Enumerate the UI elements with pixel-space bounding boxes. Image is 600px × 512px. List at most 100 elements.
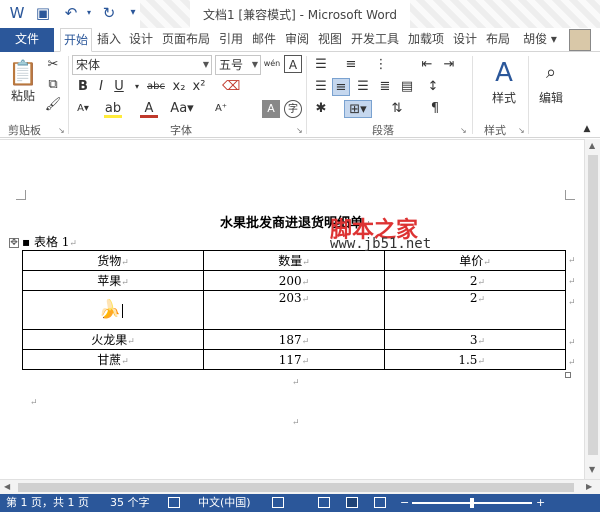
table-cell[interactable]: 3↵ — [384, 329, 566, 350]
redo-icon[interactable]: ↻ — [100, 4, 118, 22]
table-cell[interactable]: 火龙果↵ — [22, 329, 204, 350]
scroll-thumb[interactable] — [18, 483, 574, 492]
tab-table-design[interactable]: 设计 — [450, 28, 480, 52]
tab-home[interactable]: 开始 — [60, 28, 92, 52]
print-layout-icon[interactable] — [346, 497, 358, 508]
char-border-icon[interactable]: A — [284, 55, 302, 73]
cut-icon[interactable]: ✂ — [44, 56, 62, 74]
macro-record-icon[interactable] — [272, 497, 284, 508]
highlight-icon[interactable]: ab — [104, 100, 122, 118]
vertical-scrollbar[interactable]: ▲ ▼ — [584, 139, 600, 479]
tab-review[interactable]: 审阅 — [282, 28, 312, 52]
paste-button[interactable]: 📋 粘贴 — [6, 58, 40, 114]
strikethrough-icon[interactable]: abc — [144, 78, 168, 96]
bold-icon[interactable]: B — [74, 78, 92, 96]
table-cell[interactable]: 数量↵ — [203, 250, 385, 271]
align-left-icon[interactable]: ☰ — [312, 78, 330, 96]
table-move-handle-icon[interactable]: ✥ — [9, 238, 19, 248]
zoom-in-icon[interactable]: + — [536, 494, 545, 512]
align-center-icon[interactable]: ≡ — [332, 78, 350, 96]
multilevel-list-icon[interactable]: ⋮ — [372, 56, 390, 74]
avatar[interactable] — [569, 29, 591, 51]
tab-developer[interactable]: 开发工具 — [348, 28, 402, 52]
tab-references[interactable]: 引用 — [216, 28, 246, 52]
zoom-slider-thumb[interactable] — [470, 498, 474, 508]
undo-icon[interactable]: ↶ — [62, 4, 80, 22]
user-name[interactable]: 胡俊 ▾ — [520, 28, 560, 52]
superscript-icon[interactable]: x² — [190, 78, 208, 96]
tab-insert[interactable]: 插入 — [94, 28, 124, 52]
scroll-right-icon[interactable]: ▶ — [586, 482, 592, 491]
bullets-icon[interactable]: ☰ — [312, 56, 330, 74]
char-shading-icon[interactable]: A — [262, 100, 280, 118]
banana-icon[interactable]: 🍌 — [99, 299, 121, 320]
enclose-chars-icon[interactable]: 字 — [284, 100, 302, 118]
font-size-select[interactable]: 五号 ▼ — [215, 55, 261, 75]
table-cell[interactable]: 1.5↵ — [384, 349, 566, 370]
styles-launcher-icon[interactable]: ↘ — [518, 126, 525, 135]
increase-indent-icon[interactable]: ⇥ — [440, 56, 458, 74]
justify-icon[interactable]: ≣ — [376, 78, 394, 96]
undo-dropdown-icon[interactable]: ▾ — [80, 4, 98, 22]
read-mode-icon[interactable] — [318, 497, 330, 508]
clear-formatting-icon[interactable]: ⌫ — [222, 78, 240, 96]
format-painter-icon[interactable]: 🖌 — [44, 96, 62, 114]
word-count[interactable]: 35 个字 — [110, 494, 150, 512]
subscript-icon[interactable]: x₂ — [170, 78, 188, 96]
font-color-icon[interactable]: A — [140, 100, 158, 118]
table-cell[interactable]: 117↵ — [203, 349, 385, 370]
tab-mailings[interactable]: 邮件 — [249, 28, 279, 52]
numbering-icon[interactable]: ≡ — [342, 56, 360, 74]
scroll-down-icon[interactable]: ▼ — [589, 465, 595, 474]
table-cell[interactable]: 187↵ — [203, 329, 385, 350]
font-launcher-icon[interactable]: ↘ — [296, 126, 303, 135]
borders-icon[interactable]: ⊞▾ — [344, 100, 372, 118]
tab-file[interactable]: 文件 — [0, 28, 54, 52]
styles-button[interactable]: A 样式 — [484, 56, 524, 112]
scroll-thumb[interactable] — [588, 155, 598, 455]
line-spacing-icon[interactable]: ↕ — [424, 78, 442, 96]
table-caption[interactable]: ▪ 表格 1↵ — [22, 233, 77, 250]
chinese-layout-icon[interactable]: ✱ — [312, 100, 330, 118]
tab-page-layout[interactable]: 页面布局 — [159, 28, 213, 52]
data-table[interactable]: 货物↵ 数量↵ 单价↵ 苹果↵ 200↵ 2↵ 🍌 203↵ 2↵ 火龙果↵ 1… — [22, 250, 566, 370]
table-cell[interactable]: 2↵ — [384, 290, 566, 330]
table-cell[interactable]: 苹果↵ — [22, 270, 204, 291]
table-resize-handle-icon[interactable] — [565, 372, 571, 378]
paragraph-launcher-icon[interactable]: ↘ — [460, 126, 467, 135]
tab-view[interactable]: 视图 — [315, 28, 345, 52]
distributed-icon[interactable]: ▤ — [398, 78, 416, 96]
zoom-out-icon[interactable]: − — [400, 494, 409, 512]
tab-addins[interactable]: 加载项 — [405, 28, 447, 52]
decrease-indent-icon[interactable]: ⇤ — [418, 56, 436, 74]
show-marks-icon[interactable]: ¶ — [426, 100, 444, 118]
phonetic-guide-icon[interactable]: wén — [263, 55, 281, 73]
italic-icon[interactable]: I — [92, 78, 110, 96]
collapse-ribbon-icon[interactable]: ▲ — [578, 120, 596, 138]
table-cell[interactable]: 🍌 — [22, 290, 204, 330]
change-case-icon[interactable]: Aa▾ — [170, 100, 194, 118]
scroll-up-icon[interactable]: ▲ — [589, 141, 595, 150]
scroll-left-icon[interactable]: ◀ — [4, 482, 10, 491]
horizontal-scrollbar[interactable]: ◀ ▶ — [0, 479, 600, 494]
clipboard-launcher-icon[interactable]: ↘ — [58, 126, 65, 135]
tab-design[interactable]: 设计 — [126, 28, 156, 52]
proofing-icon[interactable] — [168, 497, 180, 508]
page-count[interactable]: 第 1 页，共 1 页 — [6, 494, 89, 512]
save-icon[interactable]: ▣ — [34, 4, 52, 22]
editing-button[interactable]: ⌕ 编辑 — [534, 56, 568, 112]
text-effects-icon[interactable]: A▾ — [74, 100, 92, 118]
tab-table-layout[interactable]: 布局 — [483, 28, 513, 52]
sort-icon[interactable]: ⇅ — [388, 100, 406, 118]
underline-icon[interactable]: U — [110, 78, 128, 96]
table-cell[interactable]: 2↵ — [384, 270, 566, 291]
table-cell[interactable]: 单价↵ — [384, 250, 566, 271]
align-right-icon[interactable]: ☰ — [354, 78, 372, 96]
font-name-select[interactable]: 宋体 ▼ — [72, 55, 212, 75]
web-layout-icon[interactable] — [374, 497, 386, 508]
table-cell[interactable]: 200↵ — [203, 270, 385, 291]
table-cell[interactable]: 甘蔗↵ — [22, 349, 204, 370]
language-indicator[interactable]: 中文(中国) — [198, 494, 251, 512]
table-cell[interactable]: 货物↵ — [22, 250, 204, 271]
table-cell[interactable]: 203↵ — [203, 290, 385, 330]
